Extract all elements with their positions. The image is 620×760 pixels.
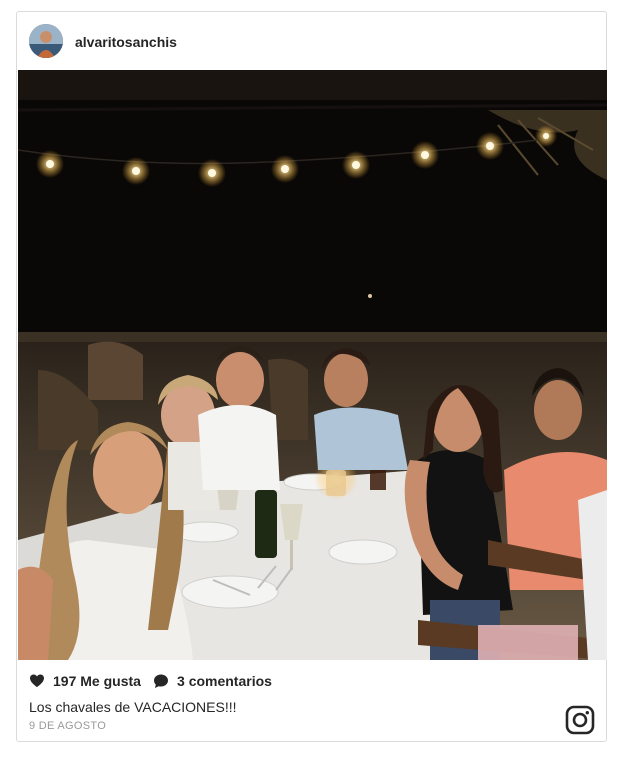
post-photo[interactable] — [18, 70, 607, 660]
avatar[interactable] — [29, 24, 63, 58]
heart-icon[interactable] — [29, 673, 45, 689]
comments-count: 3 — [177, 673, 185, 689]
instagram-icon[interactable] — [565, 705, 595, 735]
comments-label: comentarios — [188, 673, 272, 689]
likes-summary[interactable]: 197 Me gusta — [29, 673, 141, 689]
post-caption: Los chavales de VACACIONES!!! — [29, 699, 237, 715]
comment-bubble-icon[interactable] — [153, 673, 169, 689]
post-header: alvaritosanchis — [17, 12, 606, 70]
comments-summary[interactable]: 3 comentarios — [153, 673, 272, 689]
likes-label: Me gusta — [80, 673, 141, 689]
post-date: 9 DE AGOSTO — [29, 720, 107, 732]
likes-count: 197 — [53, 673, 77, 689]
username-link[interactable]: alvaritosanchis — [75, 34, 177, 50]
instagram-post-card: alvaritosanchis 197 Me gusta 3 comentari… — [16, 11, 607, 742]
